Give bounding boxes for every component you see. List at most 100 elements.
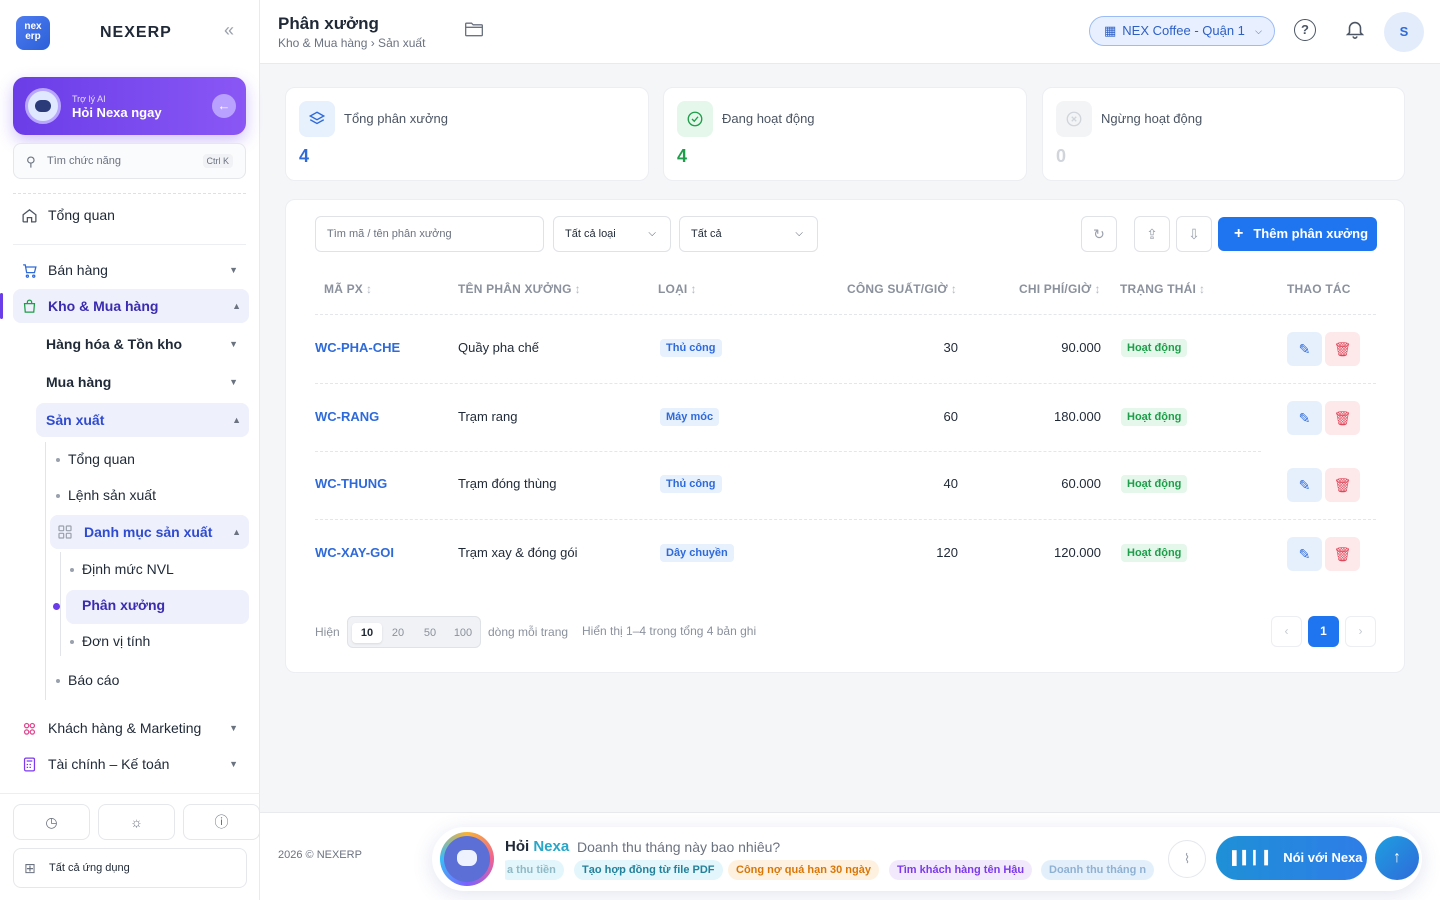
nav-sales[interactable]: Bán hàng ▼ xyxy=(20,253,246,287)
nav-units[interactable]: Đơn vị tính xyxy=(82,633,150,649)
nav-prod-overview[interactable]: Tổng quan xyxy=(68,451,135,467)
delete-button[interactable]: 🗑 xyxy=(1325,468,1360,502)
bell-icon[interactable] xyxy=(1344,18,1366,43)
delete-button[interactable]: 🗑 xyxy=(1325,332,1360,366)
upload-icon: ⇪ xyxy=(1146,226,1158,242)
type-badge: Máy móc xyxy=(660,408,720,426)
nav-purchase-label: Mua hàng xyxy=(46,374,112,390)
nav-prod-orders[interactable]: Lệnh sản xuất xyxy=(68,487,156,503)
workshop-code[interactable]: WC-THUNG xyxy=(315,476,387,491)
nav-customers[interactable]: Khách hàng & Marketing ▼ xyxy=(20,711,246,745)
upload-button[interactable]: ⇪ xyxy=(1134,216,1170,252)
table-row[interactable]: WC-THUNG Trạm đóng thùng Thủ công 40 60.… xyxy=(286,455,1406,515)
nav-finance[interactable]: Tài chính – Kế toán ▼ xyxy=(20,747,246,781)
ai-assistant-card[interactable]: Trợ lý AI Hỏi Nexa ngay ← xyxy=(13,77,246,135)
nexa-avatar xyxy=(440,832,494,886)
page-size-option[interactable]: 100 xyxy=(448,623,478,643)
talk-to-nexa-button[interactable]: ▌▍▎▍ Nói với Nexa xyxy=(1216,836,1367,880)
help-icon[interactable]: ? xyxy=(1294,19,1316,41)
type-badge: Dây chuyền xyxy=(660,544,734,562)
col-header-name[interactable]: TÊN PHÂN XƯỞNG ↕ xyxy=(458,282,581,296)
prev-page-button[interactable]: ‹ xyxy=(1271,616,1302,647)
edit-button[interactable]: ✎ xyxy=(1287,468,1322,502)
suggestion-chip[interactable]: Công nợ quá hạn 30 ngày xyxy=(728,860,879,880)
nexerp-logo[interactable]: nex erp xyxy=(16,16,50,50)
ask-nexa-bar[interactable]: Hỏi Nexa Doanh thu tháng này bao nhiêu? … xyxy=(432,827,1422,891)
status-filter-select[interactable]: Tất cả ⌵ xyxy=(679,216,818,252)
nav-production-catalog[interactable]: Danh mục sản xuất ▲ xyxy=(50,515,249,549)
apps-grid-icon: ⊞ xyxy=(24,860,36,876)
nav-goods-inventory[interactable]: Hàng hóa & Tồn kho ▼ xyxy=(46,327,246,361)
workshop-code[interactable]: WC-RANG xyxy=(315,409,379,424)
nav-bom[interactable]: Định mức NVL xyxy=(82,561,174,577)
col-header-status-label: TRẠNG THÁI xyxy=(1120,282,1196,296)
col-header-actions: THAO TÁC xyxy=(1287,282,1351,296)
brand-row: nex erp NEXERP « xyxy=(16,14,246,50)
page-size-option[interactable]: 50 xyxy=(416,623,444,643)
stat-value: 0 xyxy=(1056,146,1067,166)
store-selector[interactable]: ▦ NEX Coffee - Quận 1 ⌵ xyxy=(1089,16,1275,46)
arrow-left-icon[interactable]: ← xyxy=(212,94,236,118)
cost-cell: 180.000 xyxy=(1054,409,1101,424)
workshop-code[interactable]: WC-PHA-CHE xyxy=(315,340,400,355)
nav-purchase[interactable]: Mua hàng ▼ xyxy=(46,365,246,399)
suggestion-chip[interactable]: Tạo hợp đồng từ file PDF xyxy=(574,860,723,880)
type-filter-select[interactable]: Tất cả loại ⌵ xyxy=(553,216,671,252)
theme-button[interactable]: ☼ xyxy=(98,804,175,840)
ask-question-input[interactable]: Doanh thu tháng này bao nhiêu? xyxy=(577,839,780,855)
alert-button[interactable]: ⓘ xyxy=(183,804,260,840)
page-size-option[interactable]: 20 xyxy=(384,623,412,643)
edit-button[interactable]: ✎ xyxy=(1287,401,1322,435)
add-workshop-button[interactable]: + Thêm phân xưởng xyxy=(1218,217,1377,251)
row-divider xyxy=(315,451,1261,452)
stat-card-inactive: Ngừng hoạt động 0 xyxy=(1042,87,1405,181)
paperclip-button[interactable]: ⌇ xyxy=(1168,840,1206,878)
nav-warehouse[interactable]: Kho & Mua hàng ▲ xyxy=(0,289,249,323)
table-row[interactable]: WC-XAY-GOI Trạm xay & đóng gói Dây chuyề… xyxy=(286,524,1406,584)
download-button[interactable]: ⇩ xyxy=(1176,216,1212,252)
all-apps-button[interactable]: ⊞ Tất cả ứng dụng xyxy=(13,848,247,888)
current-page-button[interactable]: 1 xyxy=(1308,616,1339,647)
edit-button[interactable]: ✎ xyxy=(1287,537,1322,571)
col-header-cost[interactable]: CHI PHÍ/GIỜ ↕ xyxy=(1019,282,1101,296)
col-header-code[interactable]: MÃ PX ↕ xyxy=(324,282,372,296)
stat-label: Đang hoạt động xyxy=(722,111,815,126)
suggestion-chip[interactable]: a thu tiền xyxy=(505,860,564,880)
send-button[interactable]: ↑ xyxy=(1375,836,1419,880)
function-search[interactable]: ⚲ Tìm chức năng Ctrl K xyxy=(13,143,246,179)
caret-down-icon: ▼ xyxy=(229,723,238,733)
workshop-code[interactable]: WC-XAY-GOI xyxy=(315,545,394,560)
refresh-button[interactable]: ↻ xyxy=(1081,216,1117,252)
chevron-right-icon: › xyxy=(1358,624,1363,638)
pencil-icon: ✎ xyxy=(1298,477,1311,493)
all-apps-label: Tất cả ứng dụng xyxy=(49,862,130,874)
suggestion-chip[interactable]: Tìm khách hàng tên Hậu xyxy=(889,860,1033,880)
table-row[interactable]: WC-PHA-CHE Quầy pha chế Thủ công 30 90.0… xyxy=(286,319,1406,379)
bullet-dot xyxy=(56,679,60,683)
double-chevron-left-icon[interactable]: « xyxy=(224,20,234,41)
history-button[interactable]: ◷ xyxy=(13,804,90,840)
col-header-capacity[interactable]: CÔNG SUẤT/GIỜ ↕ xyxy=(847,282,957,296)
delete-button[interactable]: 🗑 xyxy=(1325,537,1360,571)
col-header-status[interactable]: TRẠNG THÁI ↕ xyxy=(1120,282,1205,296)
nav-production[interactable]: Sản xuất ▲ xyxy=(36,403,249,437)
stat-card-active: Đang hoạt động 4 xyxy=(663,87,1027,181)
suggestion-chip[interactable]: Doanh thu tháng n xyxy=(1041,860,1155,880)
ask-title-a: Hỏi xyxy=(505,838,530,855)
nav-workshop[interactable]: Phân xưởng xyxy=(82,597,165,613)
workshop-search-input[interactable]: Tìm mã / tên phân xưởng xyxy=(315,216,544,252)
page-size-option[interactable]: 10 xyxy=(352,623,382,643)
add-workshop-label: Thêm phân xưởng xyxy=(1253,226,1369,241)
edit-button[interactable]: ✎ xyxy=(1287,332,1322,366)
next-page-button[interactable]: › xyxy=(1345,616,1376,647)
table-row[interactable]: WC-RANG Trạm rang Máy móc 60 180.000 Hoạ… xyxy=(286,388,1406,448)
nav-overview[interactable]: Tổng quan xyxy=(20,198,246,232)
col-header-type[interactable]: LOẠI ↕ xyxy=(658,282,697,296)
user-avatar[interactable]: S xyxy=(1384,12,1424,52)
nav-reports[interactable]: Báo cáo xyxy=(68,672,119,688)
workshop-table-panel: Tìm mã / tên phân xưởng Tất cả loại ⌵ Tấ… xyxy=(285,199,1405,673)
folder-icon[interactable] xyxy=(464,20,484,41)
bullet-dot xyxy=(70,640,74,644)
status-badge: Hoạt động xyxy=(1121,544,1188,562)
delete-button[interactable]: 🗑 xyxy=(1325,401,1360,435)
